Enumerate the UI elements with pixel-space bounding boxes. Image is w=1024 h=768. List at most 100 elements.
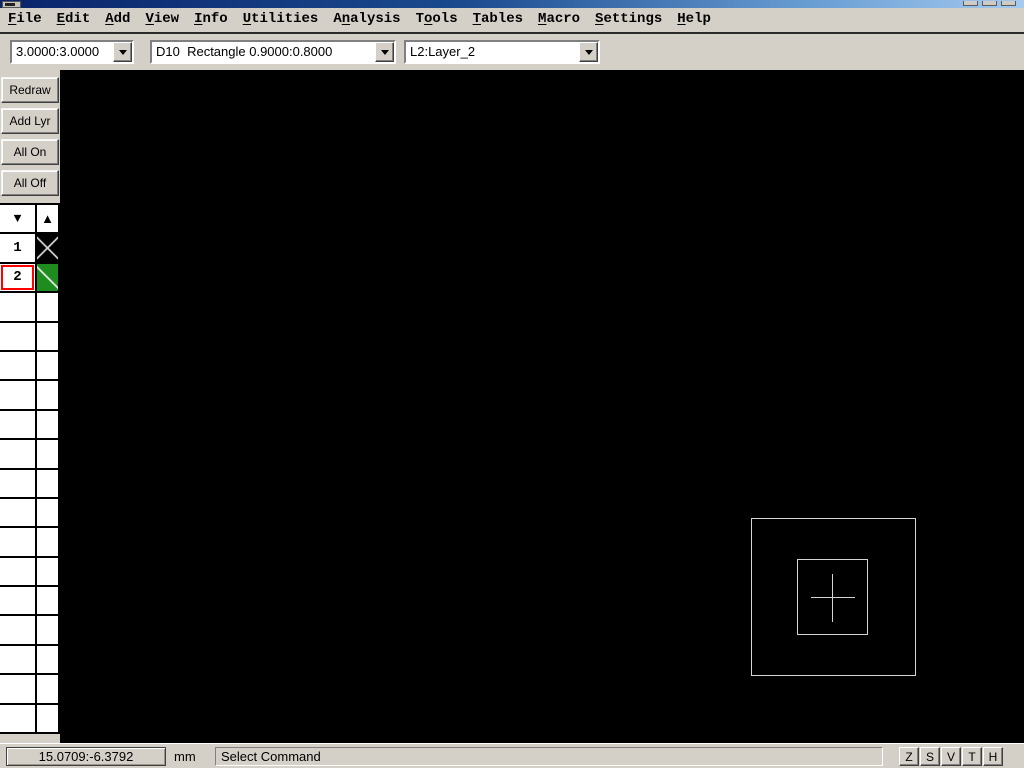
view-button-h[interactable]: H [983, 747, 1003, 766]
menu-add[interactable]: Add [105, 11, 130, 27]
zoom-scale-value: 3.0000:3.0000 [16, 44, 100, 59]
menu-analysis[interactable]: Analysis [333, 11, 400, 27]
layer-number-cell-empty [0, 351, 37, 382]
layer-scroll-up-button[interactable]: ▲ [37, 205, 60, 235]
chevron-down-icon[interactable] [579, 42, 598, 62]
layer-number-cell-empty [0, 587, 37, 617]
layer-row-empty [0, 498, 60, 529]
layer-row: 2 [0, 263, 60, 294]
layer-number-cell-empty [0, 498, 37, 529]
application-window: File Edit Add View Info Utilities Analysis Tool… [0, 0, 1024, 768]
layer-row-empty [0, 557, 60, 588]
layer-color-swatch-empty [37, 322, 60, 352]
layer-panel-buttons: Redraw Add Lyr All On All Off [1, 77, 59, 196]
layer-color-swatch-empty [37, 616, 60, 646]
layer-number-cell-empty [0, 616, 37, 646]
zoom-scale-combobox[interactable]: 3.0000:3.0000 [10, 40, 134, 64]
chevron-down-icon[interactable] [375, 42, 394, 62]
layer-row-empty [0, 410, 60, 441]
button-redraw[interactable]: Redraw [1, 77, 59, 103]
title-bar[interactable] [0, 0, 1024, 8]
layer-row-empty [0, 528, 60, 558]
active-layer-combobox[interactable]: L2:Layer_2 [404, 40, 600, 64]
menu-view[interactable]: View [145, 11, 179, 27]
menu-file[interactable]: File [8, 11, 42, 27]
layer-number-cell-empty [0, 469, 37, 499]
layer-color-swatch-empty [37, 469, 60, 499]
layer-number-cell-empty [0, 645, 37, 676]
menu-info[interactable]: Info [194, 11, 228, 27]
menu-tools[interactable]: Tools [416, 11, 458, 27]
menu-settings[interactable]: Settings [595, 11, 662, 27]
layer-number-cell-empty [0, 293, 37, 323]
layer-row-empty [0, 645, 60, 676]
button-all-off[interactable]: All Off [1, 170, 59, 196]
layer-row-empty [0, 322, 60, 352]
maximize-button-icon[interactable] [982, 1, 997, 6]
layer-row-empty [0, 675, 60, 705]
layer-row-empty [0, 440, 60, 470]
layer-number-cell-empty [0, 528, 37, 558]
menu-macro[interactable]: Macro [538, 11, 580, 27]
window-controls [963, 1, 1016, 6]
layer-color-swatch-empty [37, 440, 60, 470]
layer-panel: Redraw Add Lyr All On All Off ▼ ▲ 1 2 [0, 70, 60, 743]
layer-scroll-down-button[interactable]: ▼ [0, 205, 37, 235]
layer-row-empty [0, 293, 60, 323]
layer-color-swatch-empty [37, 381, 60, 411]
layer-color-swatch-empty [37, 587, 60, 617]
close-button-icon[interactable] [1001, 1, 1016, 6]
layer-row: 1 [0, 234, 60, 264]
menu-bar: File Edit Add View Info Utilities Analysis Tool… [0, 8, 1024, 34]
button-all-on[interactable]: All On [1, 139, 59, 165]
cursor-coordinates: 15.0709:-6.3792 [6, 747, 166, 766]
button-add-lyr[interactable]: Add Lyr [1, 108, 59, 134]
layer-color-swatch-empty [37, 704, 60, 735]
layer-row-empty [0, 381, 60, 411]
crosshair-horizontal-line [811, 597, 855, 598]
layer-number-cell-empty [0, 557, 37, 588]
dropdown-arrow-icon [380, 49, 389, 55]
status-bar: 15.0709:-6.3792 mm Select Command ZSVTH [0, 743, 1024, 768]
dropdown-arrow-icon [118, 49, 127, 55]
layer-color-swatch[interactable] [37, 263, 60, 294]
dcode-value: D10 Rectangle 0.9000:0.8000 [156, 44, 333, 59]
layer-row-empty [0, 704, 60, 735]
layer-number-cell-empty [0, 322, 37, 352]
layer-color-swatch[interactable] [37, 234, 60, 264]
app-icon[interactable] [2, 1, 21, 8]
layer-number-cell-empty [0, 410, 37, 441]
view-button-s[interactable]: S [920, 747, 940, 766]
menu-tables[interactable]: Tables [473, 11, 523, 27]
layer-color-swatch-empty [37, 293, 60, 323]
command-prompt-field[interactable]: Select Command [215, 747, 883, 766]
main-area: Redraw Add Lyr All On All Off ▼ ▲ 1 2 [0, 70, 1024, 743]
minimize-button-icon[interactable] [963, 1, 978, 6]
drawing-canvas[interactable] [60, 70, 1024, 743]
layer-color-swatch-empty [37, 557, 60, 588]
layer-number-cell-empty [0, 381, 37, 411]
layer-number-cell-empty [0, 704, 37, 735]
view-button-t[interactable]: T [962, 747, 982, 766]
view-button-v[interactable]: V [941, 747, 961, 766]
layer-number-cell[interactable]: 2 [0, 263, 37, 294]
layer-row-empty [0, 587, 60, 617]
menu-utilities[interactable]: Utilities [243, 11, 319, 27]
dcode-combobox[interactable]: D10 Rectangle 0.9000:0.8000 [150, 40, 396, 64]
layer-table-header: ▼ ▲ [0, 205, 60, 235]
chevron-down-icon[interactable] [113, 42, 132, 62]
layer-row-empty [0, 351, 60, 382]
layer-row-empty [0, 616, 60, 646]
layer-color-swatch-empty [37, 351, 60, 382]
layer-color-swatch-empty [37, 675, 60, 705]
view-toggle-buttons: ZSVTH [899, 747, 1003, 766]
layer-number-cell-empty [0, 675, 37, 705]
view-button-z[interactable]: Z [899, 747, 919, 766]
layer-color-swatch-empty [37, 498, 60, 529]
layer-table: ▼ ▲ 1 2 [0, 203, 60, 735]
menu-help[interactable]: Help [677, 11, 711, 27]
toolbar: 3.0000:3.0000 D10 Rectangle 0.9000:0.800… [0, 34, 1024, 70]
menu-edit[interactable]: Edit [57, 11, 91, 27]
layer-number-cell[interactable]: 1 [0, 234, 37, 264]
units-label: mm [174, 749, 196, 764]
